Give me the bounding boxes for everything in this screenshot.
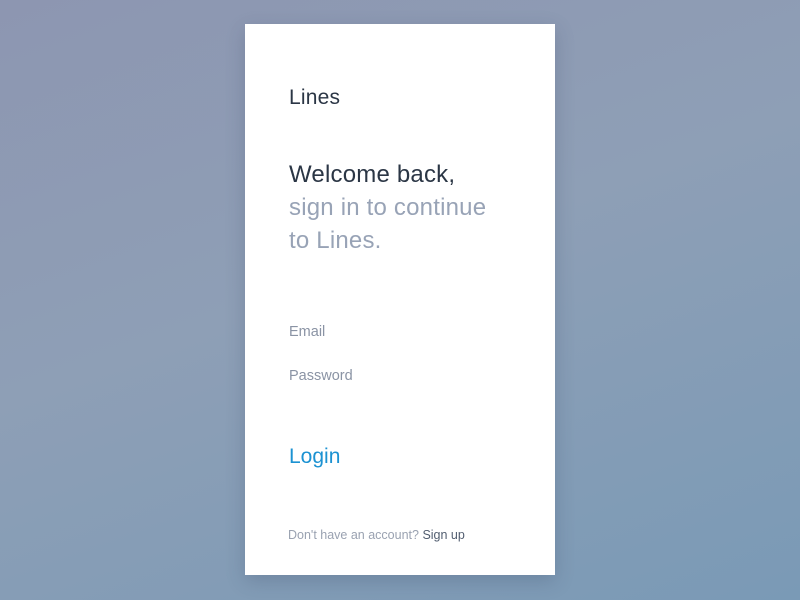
welcome-headline: Welcome back, sign in to continue to Lin… [289, 158, 529, 257]
signup-footer: Don't have an account? Sign up [288, 528, 465, 542]
headline-line-2: sign in to continue [289, 194, 487, 221]
password-field[interactable] [289, 365, 511, 387]
login-button[interactable]: Login [289, 445, 340, 469]
signup-prompt: Don't have an account? [288, 528, 419, 542]
brand-title: Lines [289, 86, 341, 109]
headline-line-1: Welcome back, [289, 161, 456, 188]
email-field[interactable] [289, 321, 511, 343]
headline-line-3: to Lines. [289, 227, 382, 254]
login-card: Lines Welcome back, sign in to continue … [245, 24, 555, 575]
signup-link[interactable]: Sign up [422, 528, 464, 542]
